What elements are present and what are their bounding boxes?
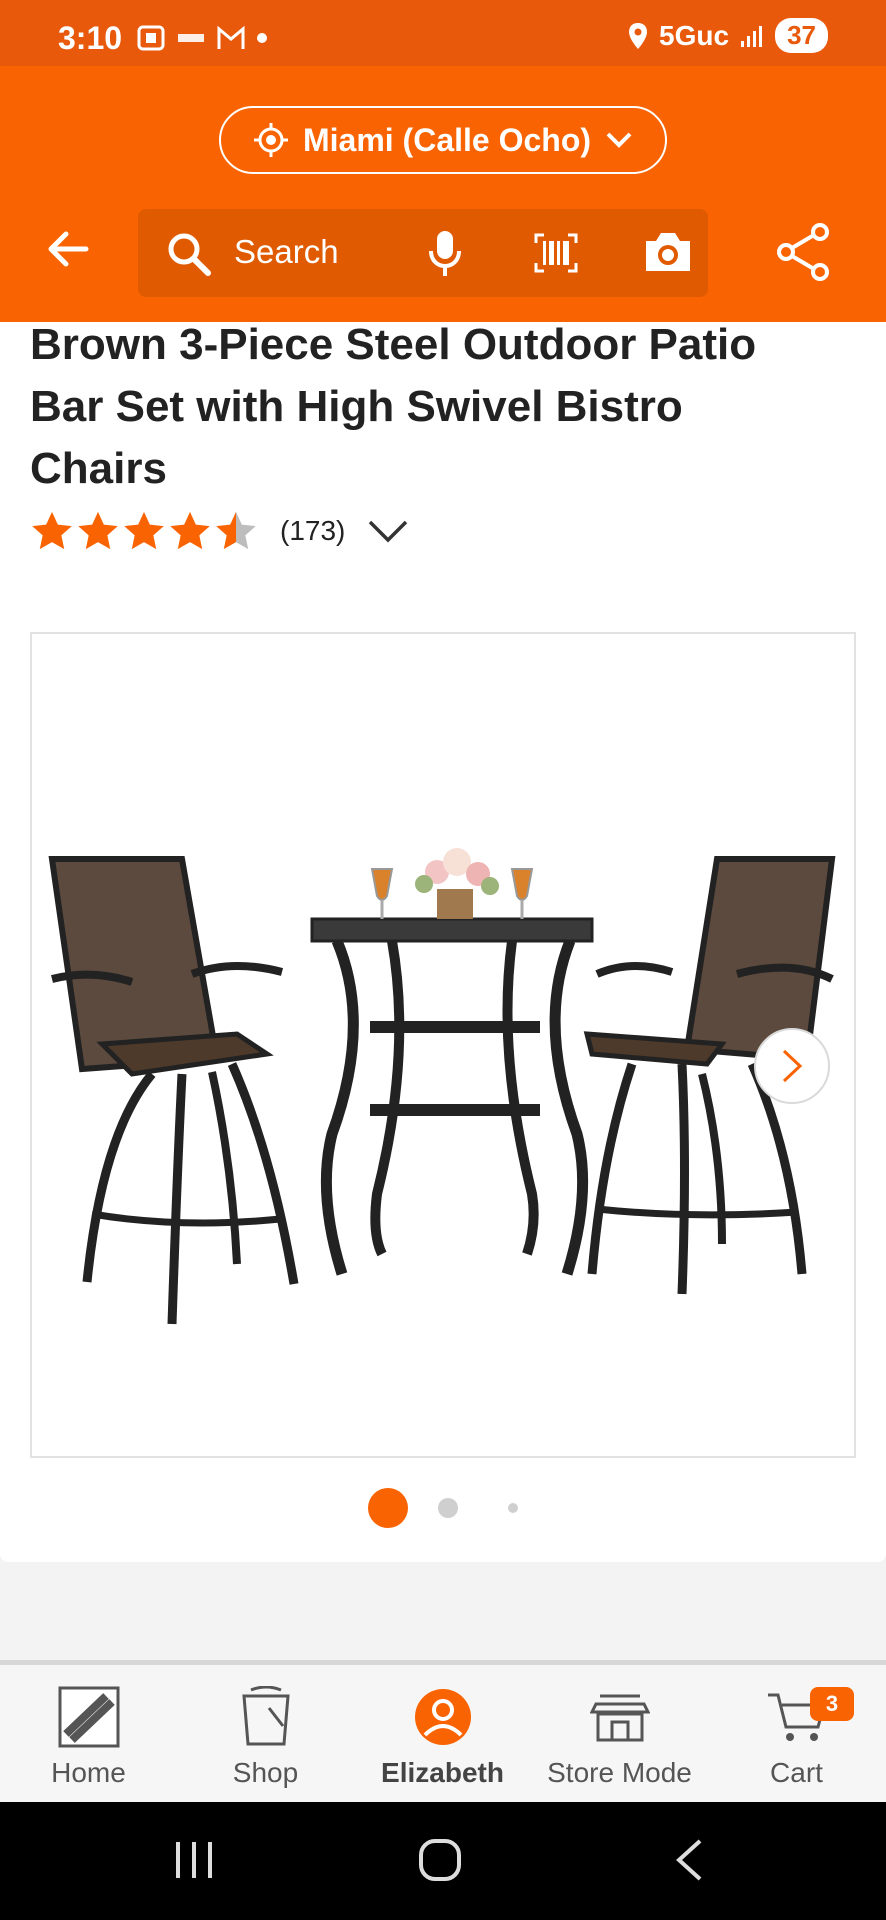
rating-stars [30, 510, 258, 552]
nav-home[interactable]: Home [0, 1685, 177, 1789]
star-icon [170, 511, 210, 550]
nav-cart[interactable]: Cart [708, 1685, 885, 1789]
search-icon [168, 233, 211, 276]
recent-apps-icon[interactable] [174, 1838, 214, 1882]
bar-table-graphic [310, 848, 594, 1276]
home-depot-logo-icon [58, 1686, 119, 1748]
product-image[interactable] [30, 632, 856, 1458]
account-icon [414, 1689, 471, 1745]
back-arrow-icon[interactable] [44, 224, 94, 274]
product-media-carousel [0, 600, 886, 1562]
locate-icon [253, 123, 288, 157]
nav-label: Shop [232, 1757, 299, 1788]
carousel-dot[interactable] [438, 1498, 458, 1518]
carousel-dot[interactable] [508, 1503, 518, 1513]
star-icon [124, 511, 164, 550]
nav-label: Cart [770, 1757, 823, 1788]
cart-count-badge: 3 [810, 1687, 854, 1721]
battery-indicator: 37 [775, 18, 828, 53]
system-navigation-bar [0, 1802, 886, 1920]
app-header: Miami (Calle Ocho) [0, 66, 886, 322]
carousel-next-button[interactable] [754, 1028, 830, 1104]
signal-icon [741, 25, 763, 47]
barcode-scanner-icon[interactable] [534, 233, 578, 273]
product-info: Brown 3-Piece Steel Outdoor Patio Bar Se… [0, 320, 886, 602]
network-label: 5Guc [659, 19, 730, 51]
bottom-navigation: Home Shop Elizabeth Store Mode Cart 3 [0, 1660, 886, 1802]
location-icon [629, 22, 648, 49]
gmail-icon [217, 25, 245, 49]
nav-label: Elizabeth [381, 1757, 504, 1788]
carousel-dot-active[interactable] [368, 1488, 408, 1528]
status-bar: 3:10 5Guc 37 [0, 0, 886, 66]
microphone-icon[interactable] [428, 229, 462, 279]
system-status: 5Guc 37 [627, 18, 828, 53]
nav-shop[interactable]: Shop [177, 1685, 354, 1789]
chevron-down-icon [606, 132, 632, 148]
nav-label: Store Mode [547, 1757, 692, 1788]
review-count: (173) [280, 515, 346, 546]
home-button-icon[interactable] [418, 1838, 462, 1882]
dot-icon [257, 33, 267, 43]
people-icon [178, 34, 204, 42]
left-chair-graphic [48, 856, 299, 1325]
half-star-icon [216, 511, 256, 550]
search-input[interactable] [234, 227, 414, 277]
nav-label: Home [51, 1757, 126, 1788]
chevron-down-icon[interactable] [367, 518, 409, 544]
product-title: Brown 3-Piece Steel Outdoor Patio Bar Se… [30, 320, 757, 493]
screenshot-icon [137, 25, 165, 51]
chevron-right-icon [782, 1049, 803, 1083]
rating-summary[interactable]: (173) [30, 510, 409, 552]
bucket-icon [241, 1686, 290, 1746]
carousel-pagination [0, 1488, 886, 1528]
nav-account[interactable]: Elizabeth [354, 1685, 531, 1789]
back-button-icon[interactable] [674, 1838, 704, 1882]
store-location-selector[interactable]: Miami (Calle Ocho) [219, 106, 667, 174]
patio-bar-set-illustration [48, 848, 836, 1325]
star-icon [32, 511, 72, 550]
search-bar[interactable] [138, 209, 708, 297]
storefront-icon [589, 1694, 650, 1742]
store-location-label: Miami (Calle Ocho) [302, 121, 592, 158]
star-icon [78, 511, 118, 550]
clock: 3:10 [58, 20, 123, 56]
notification-icons [136, 24, 268, 52]
nav-store-mode[interactable]: Store Mode [531, 1685, 708, 1789]
share-icon[interactable] [776, 222, 832, 282]
camera-icon[interactable] [642, 229, 694, 275]
